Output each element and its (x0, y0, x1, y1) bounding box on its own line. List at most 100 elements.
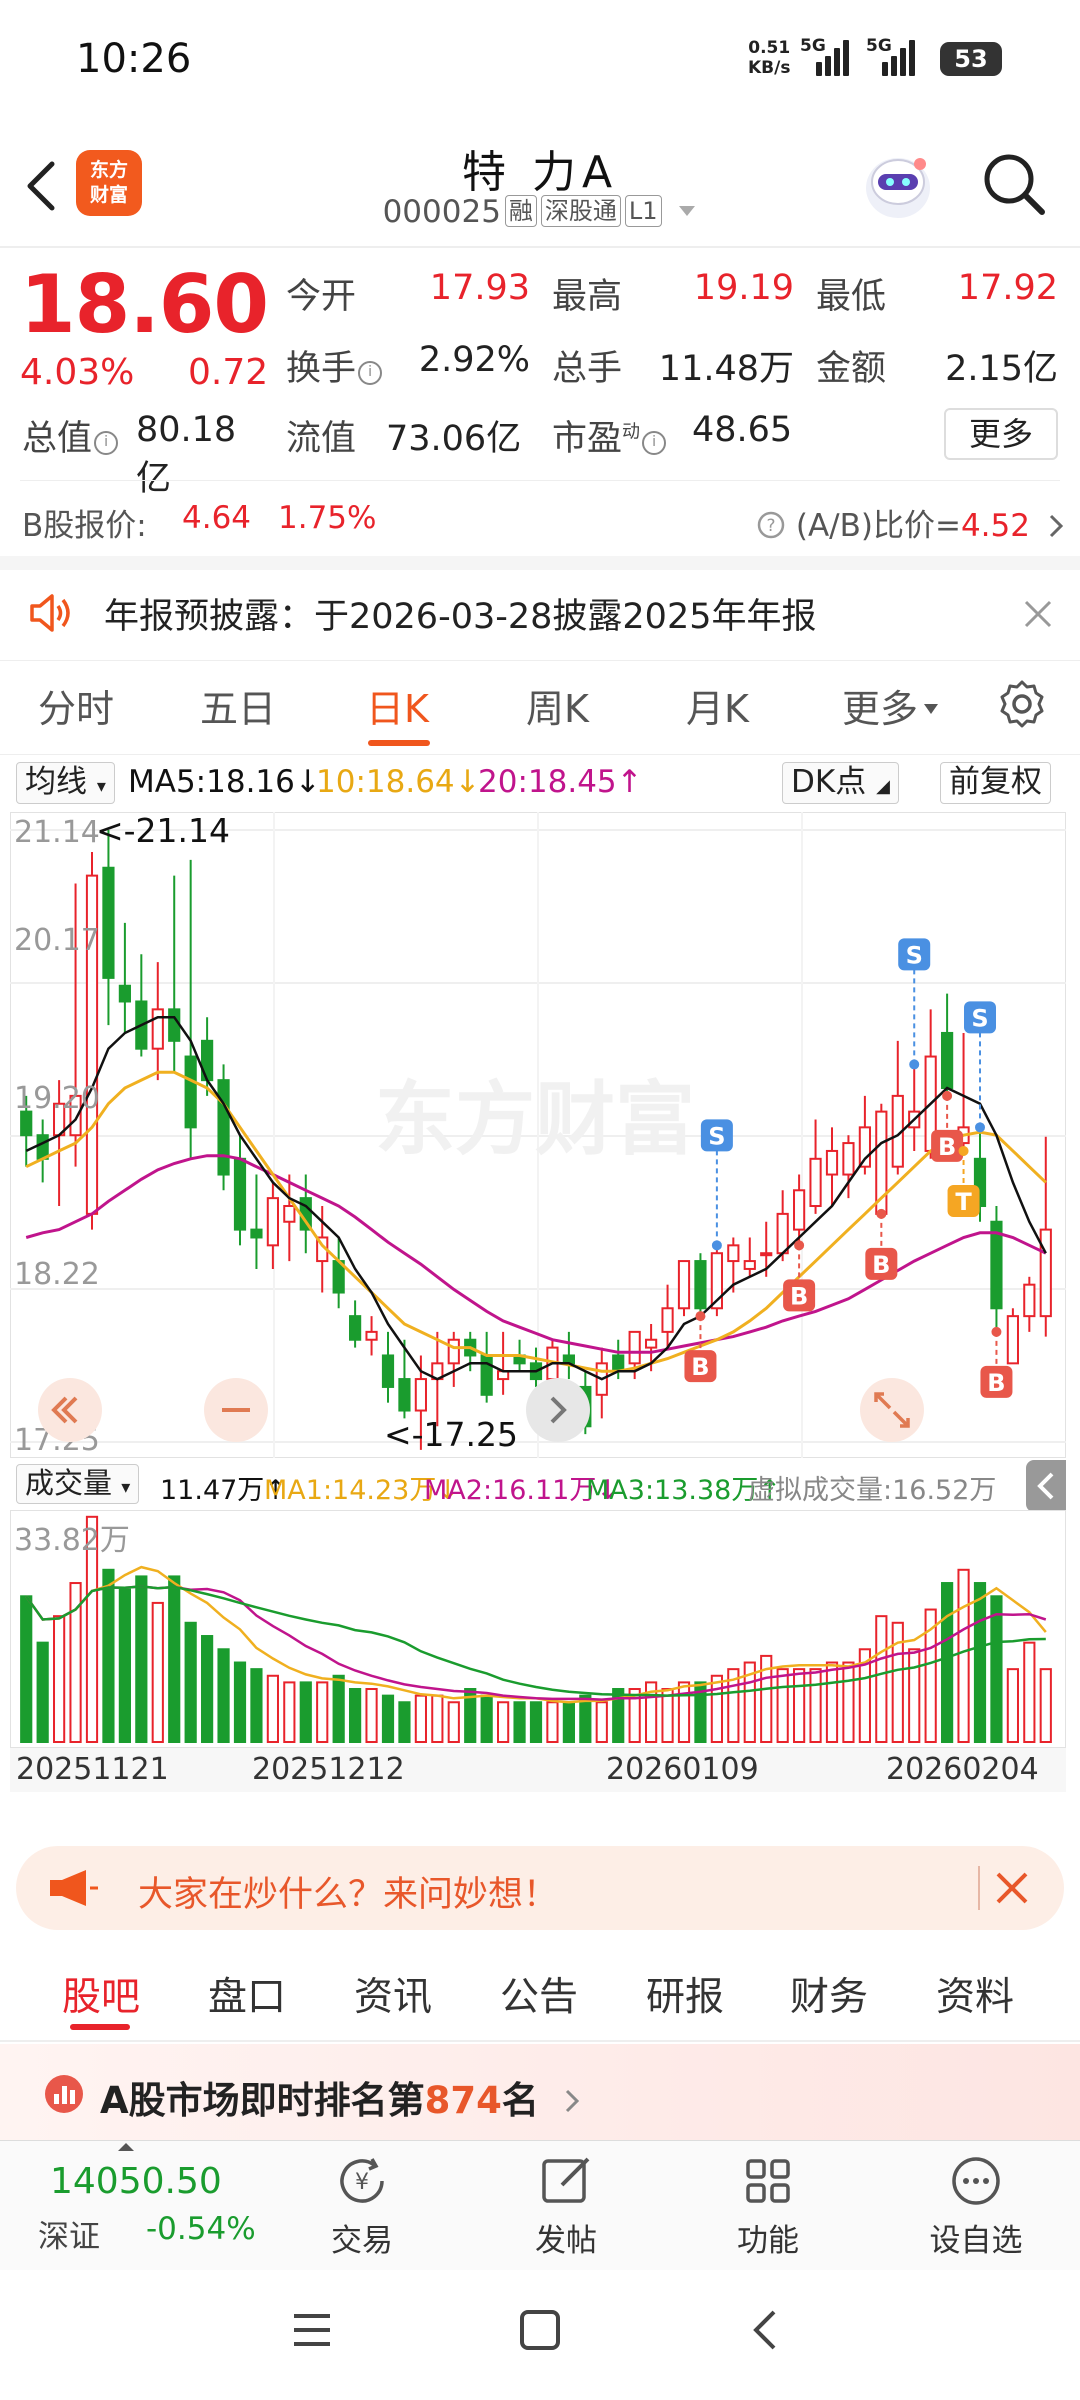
volume-bar (398, 1701, 411, 1744)
tab-more[interactable]: 更多 (842, 678, 940, 733)
volume-bar (546, 1701, 559, 1744)
change-percent: 4.03% (20, 352, 135, 393)
stock-code-row[interactable]: 000025 融深股通 L1 (340, 194, 740, 230)
candle-body (760, 1252, 773, 1257)
pe-label[interactable]: 市盈动 i (552, 410, 667, 461)
menu-icon[interactable] (290, 2310, 334, 2350)
home-icon[interactable] (518, 2308, 562, 2352)
chevron-right-icon (565, 2089, 579, 2113)
more-button[interactable]: 更多 (944, 408, 1058, 460)
megaphone-icon (50, 1870, 98, 1906)
candle-body (283, 1205, 296, 1223)
candle-body (661, 1307, 674, 1333)
index-name[interactable]: 深证 (38, 2211, 100, 2256)
candle (677, 1260, 691, 1317)
tab-financials[interactable]: 财务 (790, 1966, 868, 2022)
search-icon[interactable] (980, 150, 1048, 218)
brand-logo[interactable]: 东方 财富 (76, 150, 142, 216)
fullscreen-button[interactable] (860, 1378, 924, 1442)
high-label: 最高 (552, 277, 623, 317)
volume-bar (677, 1681, 691, 1744)
add-watchlist-button[interactable]: 设自选 (916, 2151, 1036, 2260)
candle-body (447, 1338, 460, 1365)
tab-forum[interactable]: 股吧 (62, 1966, 140, 2022)
tab-daily-k[interactable]: 日K (366, 678, 429, 733)
float-cap-value: 73.06亿 (386, 419, 522, 459)
candle-body (266, 1197, 279, 1247)
ask-assistant-banner[interactable]: 大家在炒什么？来问妙想！ (16, 1846, 1064, 1930)
candlestick-chart[interactable]: 东方财富 BBBBBTSSS 21.14 20.17 19.20 18.22 1… (10, 812, 1066, 1458)
volume-bar (299, 1681, 312, 1744)
volume-selector[interactable]: 成交量 ▾ (16, 1464, 140, 1504)
rewind-button[interactable] (38, 1378, 102, 1442)
volume-bar (941, 1582, 954, 1743)
post-button[interactable]: 发帖 (506, 2151, 626, 2260)
close-icon[interactable] (1016, 592, 1060, 636)
tab-research[interactable]: 研报 (646, 1966, 724, 2022)
volume-bar (250, 1668, 263, 1744)
gear-icon[interactable] (996, 678, 1048, 730)
marker-label: T (955, 1188, 972, 1216)
index-change[interactable]: -0.54% (146, 2211, 256, 2247)
date-label: 20251212 (252, 1752, 405, 1787)
volume-chart[interactable]: 33.82万 (10, 1510, 1066, 1748)
turnover-label[interactable]: 换手 i (286, 340, 383, 391)
tab-intraday[interactable]: 分时 (38, 678, 114, 733)
tab-monthly-k[interactable]: 月K (686, 678, 749, 733)
volume-bar (1039, 1668, 1052, 1744)
turnover-value: 2.92% (418, 340, 530, 380)
chevron-right-icon (1049, 514, 1063, 538)
signal2-icon (882, 36, 922, 76)
tab-profile[interactable]: 资料 (936, 1966, 1014, 2022)
market-cap-label[interactable]: 总值 i (22, 410, 119, 461)
zoom-in-button[interactable] (526, 1378, 590, 1442)
close-icon[interactable] (992, 1868, 1032, 1908)
edit-icon (542, 2157, 590, 2203)
tab-weekly-k[interactable]: 周K (526, 678, 589, 733)
zoom-out-button[interactable] (204, 1378, 268, 1442)
tab-five-day[interactable]: 五日 (200, 678, 276, 733)
market-rank-strip[interactable]: A股市场即时排名第874名 (0, 2044, 1080, 2140)
notice-bar[interactable]: 年报预披露：于2026-03-28披露2025年年报 (0, 570, 1080, 660)
candle-body (842, 1142, 855, 1176)
open-value: 17.93 (429, 268, 530, 308)
marker-dot (909, 1059, 920, 1070)
collapse-panel-button[interactable] (1026, 1460, 1066, 1512)
marker-dot (711, 1240, 722, 1251)
candle-body (1039, 1228, 1052, 1318)
volume-bar (36, 1641, 49, 1743)
connect-tag: 深股通 (540, 195, 621, 227)
marker-label: B (691, 1353, 709, 1381)
divider (0, 246, 1080, 248)
marker-label: S (971, 1004, 988, 1032)
max-price-note: <-21.14 (96, 812, 230, 850)
ab-ratio[interactable]: ? (A/B)比价=4.52 (756, 500, 1066, 545)
index-value[interactable]: 14050.50 (50, 2161, 222, 2202)
candle-body (1023, 1283, 1036, 1318)
info-icon: i (94, 431, 119, 455)
svg-text:¥: ¥ (355, 2170, 369, 2195)
tab-order-book[interactable]: 盘口 (208, 1966, 286, 2022)
back-icon[interactable] (746, 2308, 786, 2352)
dk-point-selector[interactable]: DK点 ◢ (782, 762, 899, 804)
volume-indicator-row: 成交量 ▾ 11.47万↑ MA1:14.23万↓ MA2:16.11万↓ MA… (10, 1460, 1076, 1512)
virtual-volume: 虚拟成交量:16.52万 (748, 1475, 997, 1506)
last-price: 18.60 (20, 258, 269, 351)
robot-assistant-icon[interactable] (858, 144, 938, 224)
ma-selector[interactable]: 均线 ▾ (16, 762, 115, 804)
change-amount: 0.72 (188, 352, 269, 393)
tab-news[interactable]: 资讯 (354, 1966, 432, 2022)
volume-bar (201, 1635, 214, 1743)
candle-body (612, 1354, 625, 1373)
tab-announcements[interactable]: 公告 (500, 1966, 578, 2022)
candle-body (628, 1330, 641, 1365)
candle (694, 1253, 707, 1317)
functions-button[interactable]: 功能 (708, 2151, 828, 2260)
expand-caret-icon (118, 2143, 134, 2151)
back-arrow-icon[interactable] (22, 156, 62, 216)
clock: 10:26 (76, 36, 192, 82)
trade-button[interactable]: ¥ 交易 (302, 2151, 422, 2260)
volume-bar (53, 1615, 66, 1743)
candle-body (398, 1378, 411, 1412)
adjust-selector[interactable]: 前复权 (940, 762, 1051, 804)
